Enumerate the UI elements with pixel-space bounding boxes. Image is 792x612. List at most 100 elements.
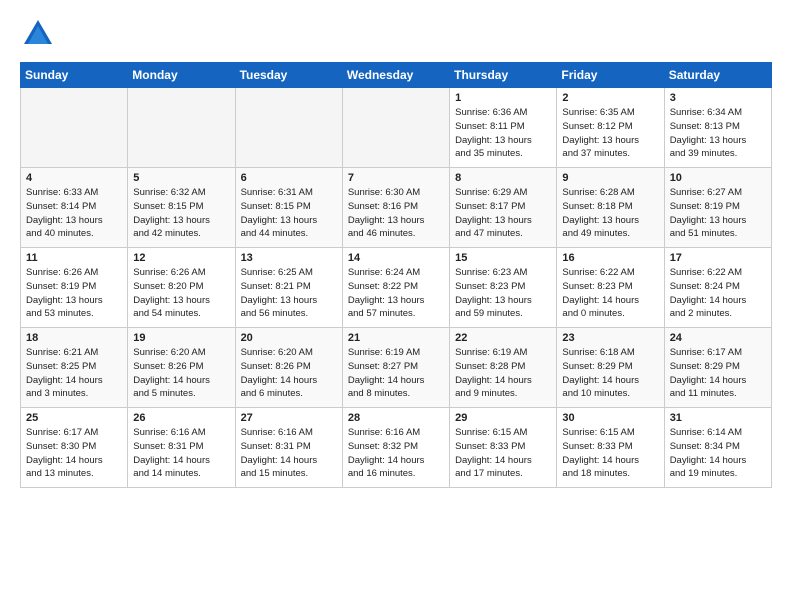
day-info: Sunrise: 6:23 AM Sunset: 8:23 PM Dayligh… (455, 266, 551, 321)
calendar-cell: 21 Sunrise: 6:19 AM Sunset: 8:27 PM Dayli… (342, 328, 449, 408)
calendar-cell: 16 Sunrise: 6:22 AM Sunset: 8:23 PM Dayli… (557, 248, 664, 328)
day-info: Sunrise: 6:33 AM Sunset: 8:14 PM Dayligh… (26, 186, 122, 241)
day-number: 10 (670, 172, 766, 184)
page: SundayMondayTuesdayWednesdayThursdayFrid… (0, 0, 792, 612)
calendar-cell: 12 Sunrise: 6:26 AM Sunset: 8:20 PM Dayli… (128, 248, 235, 328)
day-info: Sunrise: 6:17 AM Sunset: 8:29 PM Dayligh… (670, 346, 766, 401)
calendar: SundayMondayTuesdayWednesdayThursdayFrid… (20, 62, 772, 488)
day-info: Sunrise: 6:22 AM Sunset: 8:23 PM Dayligh… (562, 266, 658, 321)
calendar-cell: 8 Sunrise: 6:29 AM Sunset: 8:17 PM Daylig… (450, 168, 557, 248)
day-info: Sunrise: 6:15 AM Sunset: 8:33 PM Dayligh… (455, 426, 551, 481)
day-number: 31 (670, 412, 766, 424)
day-info: Sunrise: 6:25 AM Sunset: 8:21 PM Dayligh… (241, 266, 337, 321)
day-info: Sunrise: 6:35 AM Sunset: 8:12 PM Dayligh… (562, 106, 658, 161)
calendar-cell: 15 Sunrise: 6:23 AM Sunset: 8:23 PM Dayli… (450, 248, 557, 328)
day-info: Sunrise: 6:19 AM Sunset: 8:27 PM Dayligh… (348, 346, 444, 401)
calendar-cell: 4 Sunrise: 6:33 AM Sunset: 8:14 PM Daylig… (21, 168, 128, 248)
day-number: 21 (348, 332, 444, 344)
calendar-cell: 28Sunrise: 6:16 AM Sunset: 8:32 PM Dayli… (342, 408, 449, 488)
calendar-week-row: 18Sunrise: 6:21 AM Sunset: 8:25 PM Dayli… (21, 328, 772, 408)
calendar-cell: 1 Sunrise: 6:36 AM Sunset: 8:11 PM Daylig… (450, 88, 557, 168)
day-info: Sunrise: 6:20 AM Sunset: 8:26 PM Dayligh… (133, 346, 229, 401)
header (20, 16, 772, 52)
day-number: 24 (670, 332, 766, 344)
calendar-cell: 19Sunrise: 6:20 AM Sunset: 8:26 PM Dayli… (128, 328, 235, 408)
calendar-week-row: 1 Sunrise: 6:36 AM Sunset: 8:11 PM Daylig… (21, 88, 772, 168)
day-number: 15 (455, 252, 551, 264)
calendar-header-wednesday: Wednesday (342, 63, 449, 88)
calendar-week-row: 4 Sunrise: 6:33 AM Sunset: 8:14 PM Daylig… (21, 168, 772, 248)
day-number: 6 (241, 172, 337, 184)
calendar-cell (128, 88, 235, 168)
calendar-week-row: 25 Sunrise: 6:17 AM Sunset: 8:30 PM Dayli… (21, 408, 772, 488)
day-info: Sunrise: 6:16 AM Sunset: 8:31 PM Dayligh… (133, 426, 229, 481)
day-number: 18 (26, 332, 122, 344)
calendar-header-row: SundayMondayTuesdayWednesdayThursdayFrid… (21, 63, 772, 88)
day-info: Sunrise: 6:18 AM Sunset: 8:29 PM Dayligh… (562, 346, 658, 401)
day-number: 2 (562, 92, 658, 104)
day-info: Sunrise: 6:14 AM Sunset: 8:34 PM Dayligh… (670, 426, 766, 481)
logo (20, 16, 62, 52)
day-info: Sunrise: 6:27 AM Sunset: 8:19 PM Dayligh… (670, 186, 766, 241)
calendar-cell: 26 Sunrise: 6:16 AM Sunset: 8:31 PM Dayli… (128, 408, 235, 488)
calendar-cell: 18Sunrise: 6:21 AM Sunset: 8:25 PM Dayli… (21, 328, 128, 408)
calendar-header-sunday: Sunday (21, 63, 128, 88)
day-number: 1 (455, 92, 551, 104)
calendar-cell: 31 Sunrise: 6:14 AM Sunset: 8:34 PM Dayli… (664, 408, 771, 488)
calendar-cell: 22 Sunrise: 6:19 AM Sunset: 8:28 PM Dayli… (450, 328, 557, 408)
calendar-cell: 3Sunrise: 6:34 AM Sunset: 8:13 PM Daylig… (664, 88, 771, 168)
calendar-header-thursday: Thursday (450, 63, 557, 88)
calendar-week-row: 11 Sunrise: 6:26 AM Sunset: 8:19 PM Dayli… (21, 248, 772, 328)
calendar-cell (342, 88, 449, 168)
day-number: 20 (241, 332, 337, 344)
calendar-cell: 9Sunrise: 6:28 AM Sunset: 8:18 PM Daylig… (557, 168, 664, 248)
calendar-cell (21, 88, 128, 168)
day-number: 27 (241, 412, 337, 424)
day-number: 13 (241, 252, 337, 264)
day-number: 7 (348, 172, 444, 184)
day-info: Sunrise: 6:36 AM Sunset: 8:11 PM Dayligh… (455, 106, 551, 161)
day-number: 26 (133, 412, 229, 424)
calendar-header-monday: Monday (128, 63, 235, 88)
day-number: 22 (455, 332, 551, 344)
day-number: 16 (562, 252, 658, 264)
day-number: 11 (26, 252, 122, 264)
day-number: 23 (562, 332, 658, 344)
day-info: Sunrise: 6:15 AM Sunset: 8:33 PM Dayligh… (562, 426, 658, 481)
day-info: Sunrise: 6:20 AM Sunset: 8:26 PM Dayligh… (241, 346, 337, 401)
day-number: 29 (455, 412, 551, 424)
calendar-header-saturday: Saturday (664, 63, 771, 88)
day-info: Sunrise: 6:26 AM Sunset: 8:20 PM Dayligh… (133, 266, 229, 321)
day-info: Sunrise: 6:28 AM Sunset: 8:18 PM Dayligh… (562, 186, 658, 241)
calendar-cell: 25 Sunrise: 6:17 AM Sunset: 8:30 PM Dayli… (21, 408, 128, 488)
calendar-cell: 10 Sunrise: 6:27 AM Sunset: 8:19 PM Dayli… (664, 168, 771, 248)
calendar-cell: 17 Sunrise: 6:22 AM Sunset: 8:24 PM Dayli… (664, 248, 771, 328)
calendar-cell: 27 Sunrise: 6:16 AM Sunset: 8:31 PM Dayli… (235, 408, 342, 488)
day-number: 30 (562, 412, 658, 424)
day-number: 25 (26, 412, 122, 424)
day-info: Sunrise: 6:31 AM Sunset: 8:15 PM Dayligh… (241, 186, 337, 241)
day-info: Sunrise: 6:17 AM Sunset: 8:30 PM Dayligh… (26, 426, 122, 481)
calendar-cell: 6 Sunrise: 6:31 AM Sunset: 8:15 PM Daylig… (235, 168, 342, 248)
day-number: 4 (26, 172, 122, 184)
day-number: 28 (348, 412, 444, 424)
day-info: Sunrise: 6:22 AM Sunset: 8:24 PM Dayligh… (670, 266, 766, 321)
day-info: Sunrise: 6:19 AM Sunset: 8:28 PM Dayligh… (455, 346, 551, 401)
day-number: 8 (455, 172, 551, 184)
calendar-cell (235, 88, 342, 168)
day-number: 17 (670, 252, 766, 264)
logo-icon (20, 16, 56, 52)
calendar-cell: 23 Sunrise: 6:18 AM Sunset: 8:29 PM Dayli… (557, 328, 664, 408)
day-info: Sunrise: 6:24 AM Sunset: 8:22 PM Dayligh… (348, 266, 444, 321)
day-number: 3 (670, 92, 766, 104)
day-info: Sunrise: 6:29 AM Sunset: 8:17 PM Dayligh… (455, 186, 551, 241)
calendar-cell: 14Sunrise: 6:24 AM Sunset: 8:22 PM Dayli… (342, 248, 449, 328)
day-info: Sunrise: 6:32 AM Sunset: 8:15 PM Dayligh… (133, 186, 229, 241)
day-number: 12 (133, 252, 229, 264)
day-info: Sunrise: 6:16 AM Sunset: 8:31 PM Dayligh… (241, 426, 337, 481)
calendar-cell: 30 Sunrise: 6:15 AM Sunset: 8:33 PM Dayli… (557, 408, 664, 488)
calendar-cell: 24 Sunrise: 6:17 AM Sunset: 8:29 PM Dayli… (664, 328, 771, 408)
calendar-cell: 7Sunrise: 6:30 AM Sunset: 8:16 PM Daylig… (342, 168, 449, 248)
day-info: Sunrise: 6:26 AM Sunset: 8:19 PM Dayligh… (26, 266, 122, 321)
calendar-cell: 2 Sunrise: 6:35 AM Sunset: 8:12 PM Daylig… (557, 88, 664, 168)
